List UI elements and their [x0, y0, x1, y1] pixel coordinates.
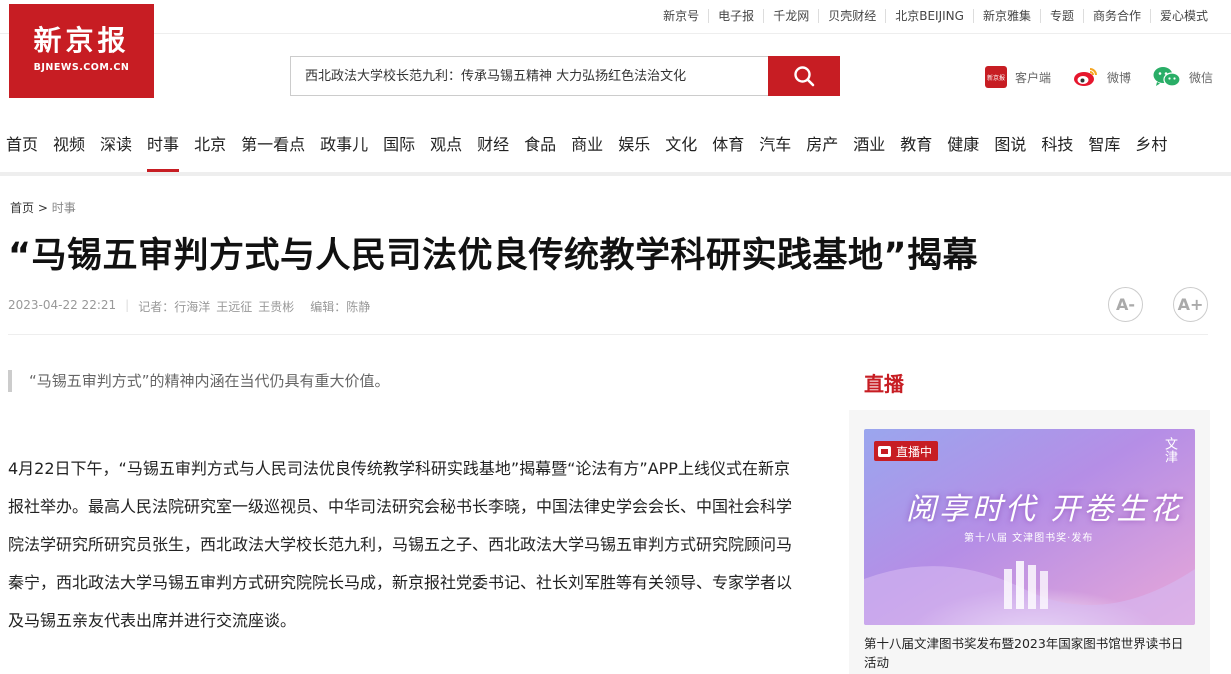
client-app-icon: 新京报 — [984, 66, 1007, 88]
reporter-label: 记者： — [138, 300, 175, 314]
font-decrease-icon: A- — [1115, 295, 1136, 314]
meta-separator: | — [125, 298, 130, 312]
live-caption[interactable]: 第十八届文津图书奖发布暨2023年国家图书馆世界读书日活动 — [864, 634, 1194, 672]
search-icon — [794, 66, 815, 87]
nav-item-photos[interactable]: 图说 — [994, 124, 1026, 156]
wechat-label: 微信 — [1188, 70, 1213, 85]
nav-item-video[interactable]: 视频 — [53, 124, 85, 156]
article-paragraph: 4月22日下午，“马锡五审判方式与人民司法优良传统教学科研实践基地”揭幕暨“论法… — [8, 459, 793, 630]
header-apps: 新京报 客户端 微博 微信 — [963, 66, 1213, 88]
top-link-xinjinghao[interactable]: 新京号 — [654, 9, 708, 23]
poster-corner-text: 文津 — [1162, 437, 1177, 463]
nav-item-think-tank[interactable]: 智库 — [1088, 124, 1120, 156]
nav-item-health[interactable]: 健康 — [947, 124, 979, 156]
nav-item-opinion[interactable]: 观点 — [430, 124, 462, 156]
top-link-business[interactable]: 商务合作 — [1082, 9, 1150, 23]
top-link-care-mode[interactable]: 爱心模式 — [1149, 9, 1217, 23]
nav-item-business[interactable]: 商业 — [571, 124, 603, 156]
live-tv-icon — [878, 445, 891, 457]
breadcrumb-separator: > — [37, 201, 48, 215]
wechat-link[interactable]: 微信 — [1153, 66, 1213, 88]
search-bar — [290, 56, 840, 96]
poster-title: 阅享时代 开卷生花 — [906, 492, 1183, 527]
logo-text-en: BJNEWS.COM.CN — [33, 62, 130, 73]
font-increase-button[interactable]: A+ — [1173, 287, 1208, 322]
nav-item-liquor[interactable]: 酒业 — [853, 124, 885, 156]
logo-text-cn: 新京报 — [33, 24, 130, 57]
nav-item-rural[interactable]: 乡村 — [1135, 124, 1167, 156]
top-link-topics[interactable]: 专题 — [1039, 9, 1083, 23]
nav-item-beijing[interactable]: 北京 — [194, 124, 226, 156]
nav-item-home[interactable]: 首页 — [6, 124, 38, 156]
nav-item-food[interactable]: 食品 — [524, 124, 556, 156]
breadcrumb: 首页 > 时事 — [10, 199, 76, 216]
nav-item-finance[interactable]: 财经 — [477, 124, 509, 156]
nav-item-deep[interactable]: 深读 — [100, 124, 132, 156]
top-link-yaji[interactable]: 新京雅集 — [972, 9, 1040, 23]
font-decrease-button[interactable]: A- — [1108, 287, 1143, 322]
editor-name: 陈静 — [346, 300, 371, 314]
breadcrumb-home[interactable]: 首页 — [10, 201, 34, 215]
nav-item-education[interactable]: 教育 — [900, 124, 932, 156]
reporter-name: 王贵彬 — [258, 300, 295, 314]
wechat-icon — [1153, 66, 1181, 88]
top-link-beijing[interactable]: 北京BEIJING — [885, 9, 973, 23]
client-app-label: 客户端 — [1014, 70, 1051, 85]
article-datetime: 2023-04-22 22:21 — [8, 298, 117, 312]
top-link-qianlong[interactable]: 千龙网 — [763, 9, 818, 23]
live-badge-label: 直播中 — [896, 444, 933, 459]
search-button[interactable] — [768, 56, 840, 96]
nav-divider — [0, 172, 1231, 176]
nav-item-tech[interactable]: 科技 — [1041, 124, 1073, 156]
nav-item-entertainment[interactable]: 娱乐 — [618, 124, 650, 156]
font-increase-icon: A+ — [1177, 295, 1204, 314]
nav-item-culture[interactable]: 文化 — [665, 124, 697, 156]
nav-item-sports[interactable]: 体育 — [712, 124, 744, 156]
top-link-epaper[interactable]: 电子报 — [708, 9, 763, 23]
reporter-name: 王远征 — [216, 300, 253, 314]
weibo-label: 微博 — [1106, 70, 1131, 85]
reporter-name: 行海洋 — [174, 300, 211, 314]
article-lead: “马锡五审判方式”的精神内涵在当代仍具有重大价值。 — [8, 370, 390, 392]
top-links: 新京号 电子报 千龙网 贝壳财经 北京BEIJING 新京雅集 专题 商务合作 … — [654, 9, 1217, 23]
weibo-link[interactable]: 微博 — [1073, 66, 1131, 88]
nav-item-politics[interactable]: 政事儿 — [320, 124, 368, 156]
nav-item-current-affairs[interactable]: 时事 — [147, 124, 180, 172]
nav-item-auto[interactable]: 汽车 — [759, 124, 791, 156]
weibo-icon — [1073, 66, 1099, 88]
article-meta: 2023-04-22 22:21 | 记者： 行海洋 王远征 王贵彬 编辑： 陈… — [8, 298, 370, 315]
search-input[interactable] — [290, 56, 768, 96]
nav-item-first-look[interactable]: 第一看点 — [241, 124, 305, 156]
editor-label: 编辑： — [310, 300, 347, 314]
client-app-link[interactable]: 新京报 客户端 — [984, 66, 1051, 88]
site-logo[interactable]: 新京报 BJNEWS.COM.CN — [9, 4, 154, 98]
nav-item-international[interactable]: 国际 — [383, 124, 415, 156]
top-link-beike[interactable]: 贝壳财经 — [818, 9, 885, 23]
poster-subtitle: 第十八届 文津图书奖·发布 — [964, 533, 1094, 544]
live-heading: 直播 — [864, 372, 904, 396]
live-thumbnail[interactable]: 直播中 文津 阅享时代 开卷生花 第十八届 文津图书奖·发布 — [864, 429, 1195, 625]
channel-nav: 首页 视频 深读 时事 北京 第一看点 政事儿 国际 观点 财经 食品 商业 娱… — [0, 124, 1231, 174]
article-title: “马锡五审判方式与人民司法优良传统教学科研实践基地”揭幕 — [8, 236, 979, 276]
top-utility-bar: 新京号 电子报 千龙网 贝壳财经 北京BEIJING 新京雅集 专题 商务合作 … — [0, 0, 1231, 34]
meta-divider — [8, 334, 1208, 335]
breadcrumb-current[interactable]: 时事 — [52, 201, 76, 215]
live-badge: 直播中 — [874, 441, 939, 461]
nav-item-property[interactable]: 房产 — [806, 124, 838, 156]
